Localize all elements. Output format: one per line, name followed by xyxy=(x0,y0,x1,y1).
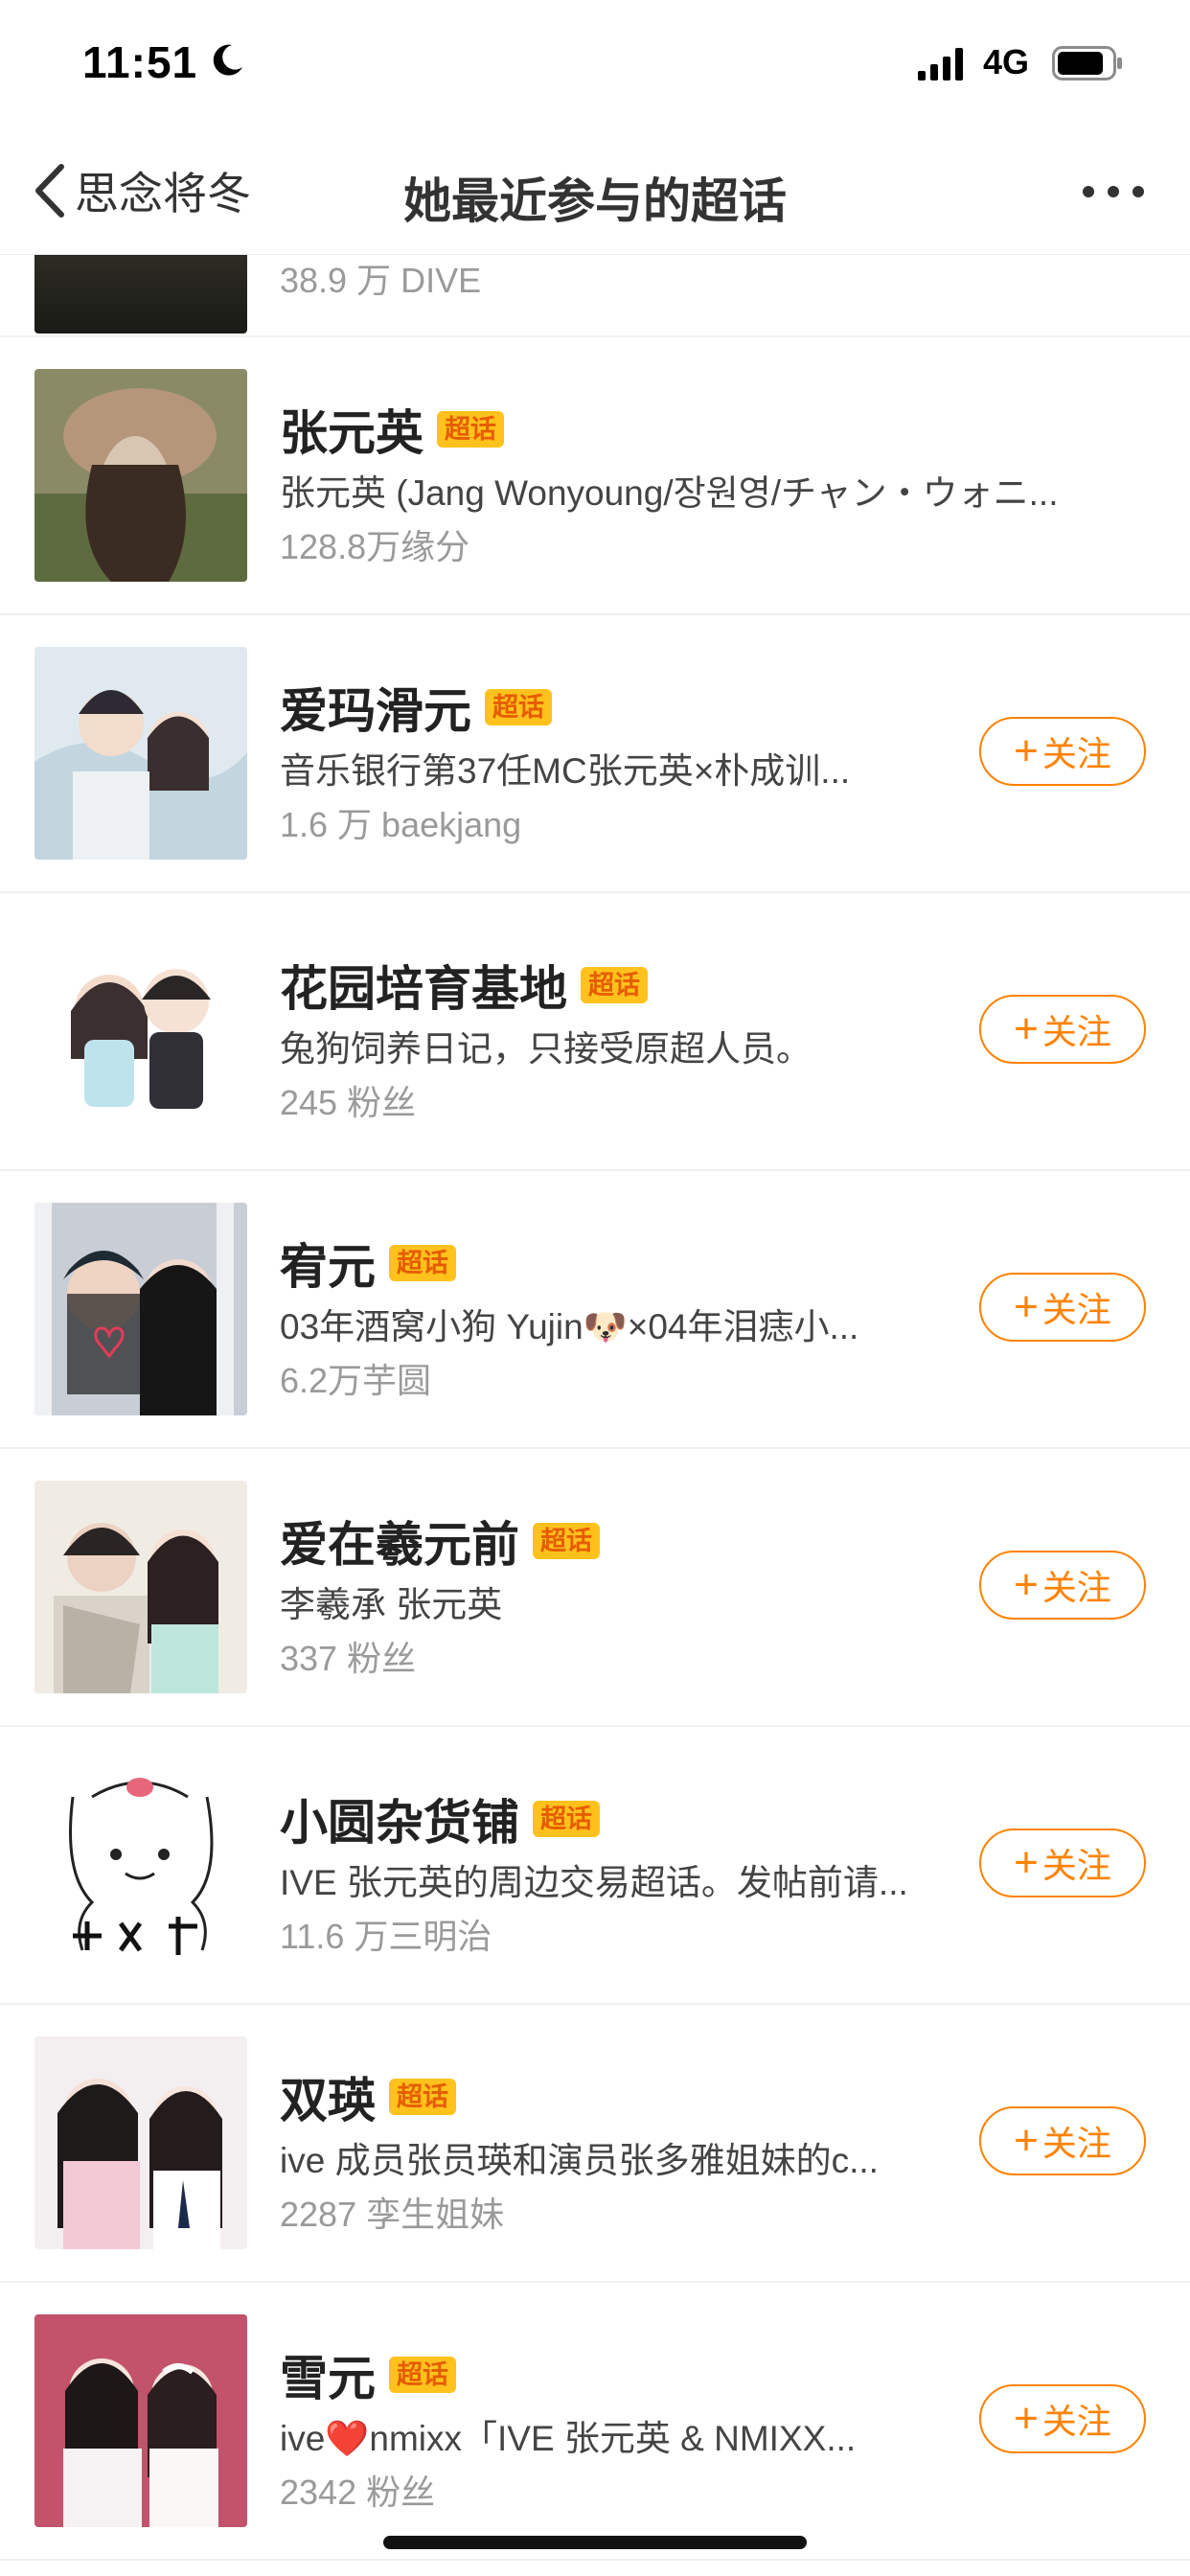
topic-name: 张元英 xyxy=(280,406,423,460)
topic-description: ive 成员张员瑛和演员张多雅姐妹的c... xyxy=(280,2141,879,2180)
topic-thumbnail xyxy=(34,925,247,1138)
topic-thumbnail xyxy=(34,369,247,582)
topic-meta: 2287 孪生姐妹 xyxy=(280,2195,505,2234)
topic-name: 爱在羲元前 xyxy=(280,1518,519,1572)
plus-icon: + xyxy=(1014,1561,1039,1608)
list-item[interactable]: 双瑛 超话 ive 成员张员瑛和演员张多雅姐妹的c... 2287 孪生姐妹 +… xyxy=(0,2005,1190,2283)
topic-meta: 128.8万缘分 xyxy=(280,527,470,566)
super-topic-badge: 超话 xyxy=(389,2079,456,2115)
plus-icon: + xyxy=(1014,1005,1039,1052)
super-topic-badge: 超话 xyxy=(437,411,504,448)
follow-label: 关注 xyxy=(1041,1012,1111,1051)
network-label: 4G xyxy=(983,42,1030,81)
topic-meta: 6.2万芋圆 xyxy=(280,1361,432,1400)
topic-list: 38.9 万 DIVE 张元英 超话 张元英 (Jang Wonyoung/장원… xyxy=(0,255,1190,2561)
topic-thumbnail xyxy=(34,2314,247,2527)
list-item[interactable]: 雪元 超话 ive❤️nmixx「IVE 张元英 & NMIXX... 2342… xyxy=(0,2283,1190,2561)
follow-button[interactable]: + 关注 xyxy=(979,1273,1146,1342)
topic-thumbnail xyxy=(34,1481,247,1693)
follow-button[interactable]: + 关注 xyxy=(979,1828,1146,1898)
topic-name: 花园培育基地 xyxy=(280,962,567,1016)
plus-icon: + xyxy=(1014,1283,1039,1330)
list-item[interactable]: 小圆杂货铺 超话 IVE 张元英的周边交易超话。发帖前请... 11.6 万三明… xyxy=(0,1727,1190,2005)
topic-meta: 11.6 万三明治 xyxy=(280,1917,492,1956)
topic-name: 双瑛 xyxy=(280,2074,376,2128)
plus-icon: + xyxy=(1014,2117,1039,2164)
topic-name: 爱玛滑元 xyxy=(280,684,471,738)
follow-button[interactable]: + 关注 xyxy=(979,2106,1146,2175)
topic-thumbnail xyxy=(34,1203,247,1415)
list-item[interactable]: 爱在羲元前 超话 李羲承 张元英 337 粉丝 + 关注 xyxy=(0,1449,1190,1727)
nav-bar: 思念将冬 她最近参与的超话 xyxy=(0,134,1190,255)
plus-icon: + xyxy=(1014,2395,1039,2442)
plus-icon: + xyxy=(1014,1839,1039,1886)
follow-button[interactable]: + 关注 xyxy=(979,2384,1146,2453)
topic-description: 李羲承 张元英 xyxy=(280,1585,503,1624)
super-topic-badge: 超话 xyxy=(533,1801,600,1837)
super-topic-badge: 超话 xyxy=(581,967,648,1003)
follow-label: 关注 xyxy=(1041,2124,1111,2163)
topic-description: 03年酒窝小狗 Yujin🐶×04年泪痣小... xyxy=(280,1307,859,1346)
follow-label: 关注 xyxy=(1041,1846,1111,1885)
signal-icon xyxy=(918,48,963,80)
follow-button[interactable]: + 关注 xyxy=(979,1551,1146,1620)
topic-description: 兔狗饲养日记，只接受原超人员。 xyxy=(280,1029,812,1069)
topic-description: 张元英 (Jang Wonyoung/장원영/チャン・ウォニ... xyxy=(280,473,1059,513)
topic-thumbnail xyxy=(34,647,247,860)
battery-icon xyxy=(1052,46,1122,80)
topic-name: 小圆杂货铺 xyxy=(280,1796,519,1850)
topic-meta: 38.9 万 DIVE xyxy=(280,261,482,300)
topic-meta: 1.6 万 baekjang xyxy=(280,805,522,844)
list-item[interactable]: 38.9 万 DIVE xyxy=(0,255,1190,337)
follow-button[interactable]: + 关注 xyxy=(979,995,1146,1064)
super-topic-badge: 超话 xyxy=(485,689,552,725)
status-bar: 11:51 4G xyxy=(0,0,1190,129)
follow-label: 关注 xyxy=(1041,2402,1111,2441)
home-indicator xyxy=(383,2536,807,2549)
topic-thumbnail xyxy=(34,255,247,334)
status-time: 11:51 xyxy=(82,37,198,87)
page-title: 她最近参与的超话 xyxy=(403,174,787,228)
topic-description: 音乐银行第37任MC张元英×朴成训... xyxy=(280,751,851,791)
super-topic-badge: 超话 xyxy=(389,2357,456,2393)
topic-name: 雪元 xyxy=(280,2352,376,2405)
follow-label: 关注 xyxy=(1041,1568,1111,1607)
moon-icon xyxy=(213,44,242,76)
list-item[interactable]: 花园培育基地 超话 兔狗饲养日记，只接受原超人员。 245 粉丝 + 关注 xyxy=(0,893,1190,1171)
follow-label: 关注 xyxy=(1041,1290,1111,1329)
topic-meta: 337 粉丝 xyxy=(280,1639,417,1678)
more-icon[interactable] xyxy=(1079,180,1148,203)
topic-description: IVE 张元英的周边交易超话。发帖前请... xyxy=(280,1863,908,1902)
topic-thumbnail xyxy=(34,2036,247,2249)
list-item[interactable]: 爱玛滑元 超话 音乐银行第37任MC张元英×朴成训... 1.6 万 baekj… xyxy=(0,615,1190,893)
super-topic-badge: 超话 xyxy=(533,1523,600,1559)
topic-description: ive❤️nmixx「IVE 张元英 & NMIXX... xyxy=(280,2419,857,2458)
follow-button[interactable]: + 关注 xyxy=(979,717,1146,786)
list-item[interactable]: 宥元 超话 03年酒窝小狗 Yujin🐶×04年泪痣小... 6.2万芋圆 + 关… xyxy=(0,1171,1190,1449)
topic-name: 宥元 xyxy=(280,1240,376,1294)
topic-meta: 2342 粉丝 xyxy=(280,2472,436,2512)
list-item[interactable]: 张元英 超话 张元英 (Jang Wonyoung/장원영/チャン・ウォニ...… xyxy=(0,337,1190,615)
topic-thumbnail xyxy=(34,1759,247,1971)
super-topic-badge: 超话 xyxy=(389,1245,456,1281)
topic-meta: 245 粉丝 xyxy=(280,1083,417,1122)
plus-icon: + xyxy=(1014,727,1039,774)
follow-label: 关注 xyxy=(1041,734,1111,773)
